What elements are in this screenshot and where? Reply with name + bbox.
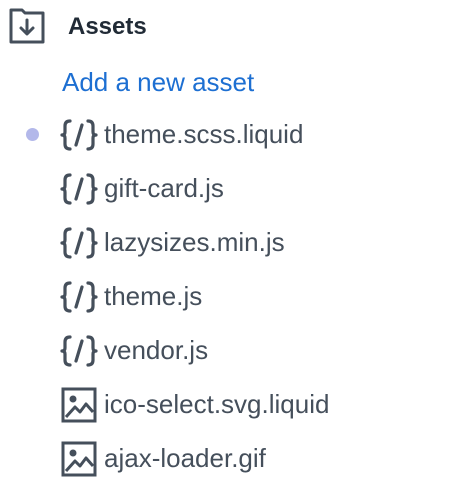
- asset-item[interactable]: theme.scss.liquid: [0, 108, 456, 162]
- asset-item[interactable]: gift-card.js: [0, 162, 456, 216]
- asset-item[interactable]: ico-select.svg.liquid: [0, 378, 456, 432]
- code-icon: [60, 227, 98, 259]
- code-icon: [60, 281, 98, 313]
- add-new-asset-link[interactable]: Add a new asset: [62, 66, 254, 98]
- asset-item[interactable]: theme.js: [0, 270, 456, 324]
- asset-item[interactable]: ajax-loader.gif: [0, 432, 456, 486]
- code-icon: [60, 335, 98, 367]
- asset-list: theme.scss.liquid gift-card.js lazysizes.m…: [0, 108, 456, 486]
- modified-dot-icon: [26, 128, 39, 141]
- asset-name: theme.scss.liquid: [104, 119, 304, 149]
- folder-download-icon: [9, 8, 45, 44]
- code-icon: [60, 119, 98, 151]
- asset-name: ico-select.svg.liquid: [104, 389, 330, 419]
- image-icon: [61, 387, 97, 423]
- image-icon: [61, 441, 97, 477]
- asset-name: gift-card.js: [104, 173, 224, 203]
- asset-name: vendor.js: [104, 335, 209, 365]
- assets-panel: Assets Add a new asset theme.scss.liquid…: [0, 0, 456, 500]
- asset-item[interactable]: vendor.js: [0, 324, 456, 378]
- assets-header[interactable]: Assets: [0, 0, 456, 58]
- asset-name: ajax-loader.gif: [104, 443, 266, 473]
- asset-item[interactable]: lazysizes.min.js: [0, 216, 456, 270]
- code-icon: [60, 173, 98, 205]
- assets-title: Assets: [68, 13, 147, 40]
- asset-name: lazysizes.min.js: [104, 227, 285, 257]
- asset-name: theme.js: [104, 281, 203, 311]
